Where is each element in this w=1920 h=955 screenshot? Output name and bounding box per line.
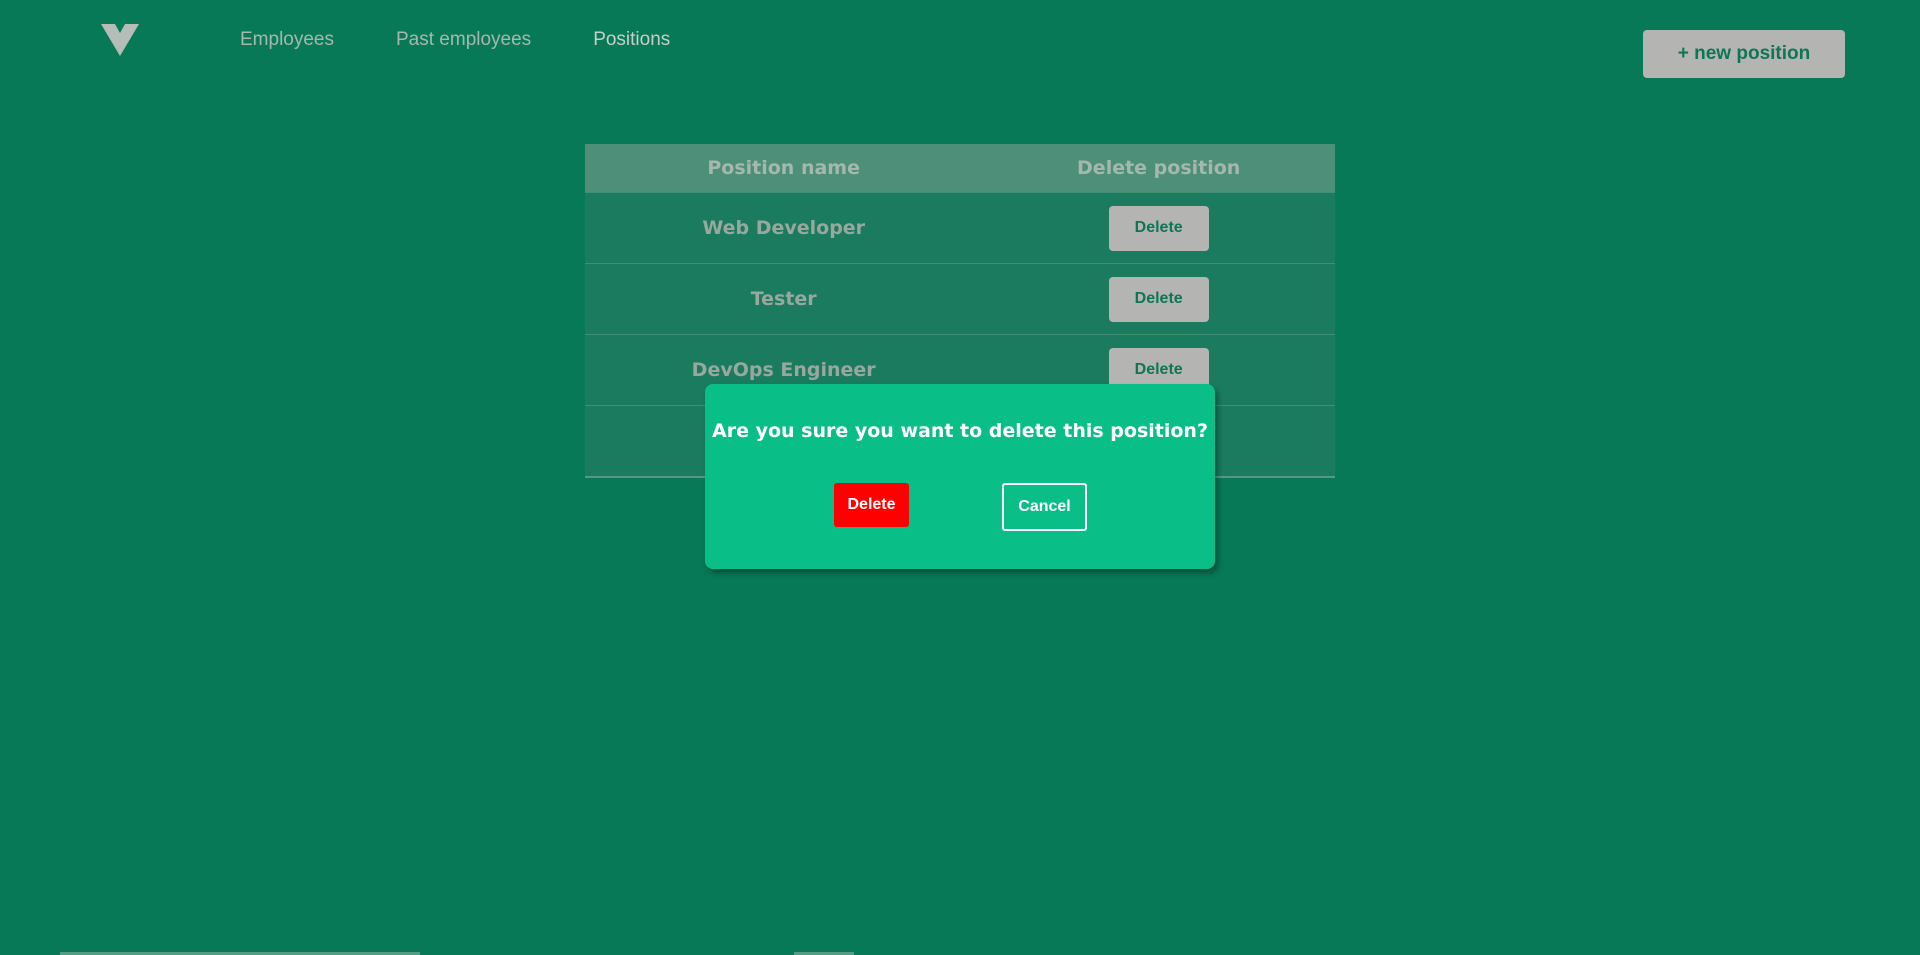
- position-name-cell: Tester: [585, 263, 983, 335]
- delete-confirm-dialog: Are you sure you want to delete this pos…: [705, 384, 1215, 569]
- row-delete-button[interactable]: Delete: [1108, 205, 1209, 251]
- delete-cell: Delete: [982, 192, 1335, 264]
- confirm-delete-button[interactable]: Delete: [834, 483, 909, 527]
- position-name-cell: Web Developer: [585, 192, 983, 264]
- table-row: Tester Delete: [585, 263, 1335, 335]
- main-nav: Employees Past employees Positions: [240, 28, 732, 52]
- nav-employees[interactable]: Employees: [240, 28, 334, 52]
- delete-cell: Delete: [982, 263, 1335, 335]
- table-row: Web Developer Delete: [585, 192, 1335, 264]
- page: Employees Past employees Positions + new…: [0, 0, 1920, 955]
- nav-positions[interactable]: Positions: [593, 28, 670, 52]
- cancel-button[interactable]: Cancel: [1002, 483, 1087, 531]
- dialog-message: Are you sure you want to delete this pos…: [712, 420, 1208, 442]
- column-header-delete-position: Delete position: [982, 144, 1335, 193]
- nav-past-employees[interactable]: Past employees: [396, 28, 531, 52]
- logo-icon[interactable]: [101, 24, 139, 56]
- column-header-position-name: Position name: [585, 144, 983, 193]
- row-delete-button[interactable]: Delete: [1108, 276, 1209, 322]
- new-position-button[interactable]: + new position: [1643, 30, 1845, 78]
- table-header-row: Position name Delete position: [585, 144, 1335, 193]
